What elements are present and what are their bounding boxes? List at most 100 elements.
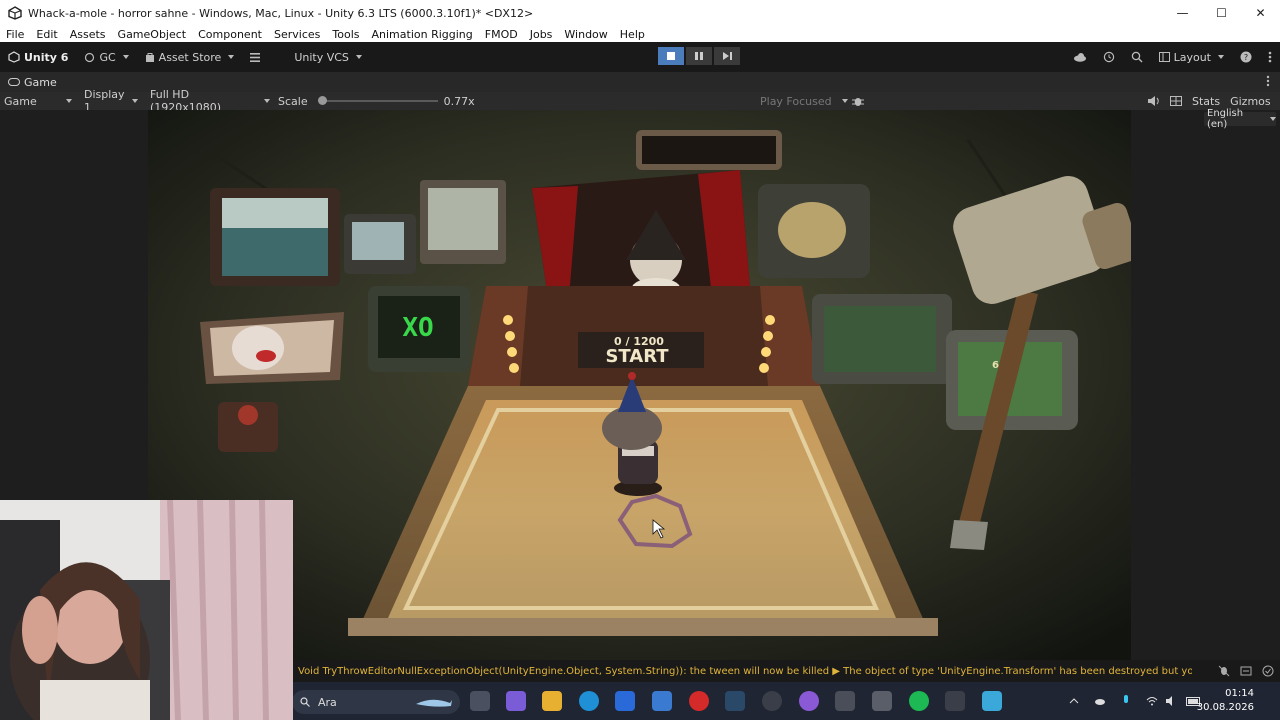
scale-label: Scale: [278, 94, 308, 108]
menu-fmod[interactable]: FMOD: [479, 28, 524, 41]
maximize-button[interactable]: ☐: [1202, 0, 1241, 26]
obs-icon[interactable]: [945, 691, 965, 711]
pause-icon: [695, 52, 703, 60]
unity-logo-icon: [8, 51, 20, 63]
taskbar-search[interactable]: Ara: [292, 690, 460, 714]
github-icon[interactable]: [799, 691, 819, 711]
language-dropdown[interactable]: English (en): [1204, 108, 1276, 130]
menu-tools[interactable]: Tools: [326, 28, 365, 41]
microphone-icon[interactable]: [1116, 691, 1136, 711]
game-scene[interactable]: XO 0 / 1200 START: [148, 110, 1131, 660]
menu-window[interactable]: Window: [558, 28, 613, 41]
webcam-feed: [0, 500, 293, 720]
pause-button[interactable]: [686, 47, 712, 65]
window-title-bar: Whack-a-mole - horror sahne - Windows, M…: [0, 0, 1280, 26]
cloud-sync-icon: [85, 52, 95, 62]
play-mode-dropdown[interactable]: Play Focused: [760, 95, 848, 108]
menu-component[interactable]: Component: [192, 28, 268, 41]
game-mode-dropdown[interactable]: Game: [0, 95, 76, 108]
cloud-button[interactable]: [1065, 46, 1095, 68]
speaker-icon[interactable]: [1148, 96, 1160, 106]
copilot-icon[interactable]: [506, 691, 526, 711]
mail-icon[interactable]: [652, 691, 672, 711]
more-options-button[interactable]: [1260, 46, 1280, 68]
minimize-button[interactable]: —: [1163, 0, 1202, 26]
unity-hub-icon[interactable]: [835, 691, 855, 711]
steam-icon[interactable]: [725, 691, 745, 711]
step-forward-icon: [722, 52, 732, 60]
menu-file[interactable]: File: [0, 28, 30, 41]
menu-help[interactable]: Help: [614, 28, 651, 41]
shopping-bag-icon: [145, 52, 154, 62]
store-icon[interactable]: [615, 691, 635, 711]
taskbar-clock[interactable]: 01:14 30.08.2026: [1197, 687, 1254, 715]
gc-dropdown[interactable]: GC: [76, 46, 136, 68]
clock-time: 01:14: [1225, 688, 1254, 699]
opera-browser-icon[interactable]: [689, 691, 709, 711]
notepad-icon[interactable]: [982, 691, 1002, 711]
game-mode-label: Game: [4, 94, 37, 108]
game-view-right-controls: Stats Gizmos: [1148, 95, 1280, 108]
menu-edit[interactable]: Edit: [30, 28, 63, 41]
svg-text:?: ?: [1244, 53, 1248, 62]
scale-value: 0.77x: [443, 94, 475, 108]
recording-app-icon[interactable]: [762, 691, 782, 711]
chevron-down-icon: [355, 55, 362, 59]
game-view-toolbar: Game Display 1 Full HD (1920x1080) Scale…: [0, 88, 1280, 114]
console-status-icons: [1218, 665, 1280, 677]
layout-dropdown[interactable]: Layout: [1151, 46, 1232, 68]
start-label: START: [605, 346, 669, 367]
cloud-icon: [1073, 53, 1086, 62]
console-status-bar[interactable]: Void TryThrowEditorNullExceptionObject(U…: [292, 660, 1280, 682]
stats-button[interactable]: Stats: [1192, 95, 1220, 108]
unity-editor-icon[interactable]: [872, 691, 892, 711]
console-message: Void TryThrowEditorNullExceptionObject(U…: [298, 665, 1192, 677]
window-title: Whack-a-mole - horror sahne - Windows, M…: [28, 6, 534, 20]
gizmos-button[interactable]: Gizmos: [1230, 95, 1271, 108]
scale-slider-knob[interactable]: [317, 96, 327, 105]
toolbar-right: Layout ?: [1065, 46, 1280, 68]
tab-options-button[interactable]: [1266, 75, 1280, 90]
search-button[interactable]: [1123, 46, 1151, 68]
bug-button[interactable]: [852, 95, 864, 107]
tab-game[interactable]: Game: [0, 76, 57, 89]
progress-icon[interactable]: [1240, 665, 1252, 677]
help-button[interactable]: ?: [1232, 46, 1260, 68]
chevron-up-icon[interactable]: [1064, 691, 1084, 711]
debug-off-icon[interactable]: [1218, 665, 1230, 677]
grid-layout-icon[interactable]: [1170, 96, 1182, 106]
menu-jobs[interactable]: Jobs: [524, 28, 559, 41]
vcs-label: Unity VCS: [294, 50, 349, 64]
account-dropdown[interactable]: Unity 6: [0, 46, 76, 68]
scale-slider[interactable]: [317, 96, 438, 105]
stop-icon: [667, 52, 675, 60]
play-mode-label: Play Focused: [760, 94, 832, 108]
play-button[interactable]: [658, 47, 684, 65]
account-label: Unity 6: [24, 50, 69, 64]
wifi-icon[interactable]: [1142, 691, 1162, 711]
search-icon: [1131, 51, 1143, 63]
tv-right-1: [758, 184, 870, 278]
menu-assets[interactable]: Assets: [64, 28, 112, 41]
tv-left-1: [210, 188, 340, 286]
webcam-overlay: [0, 500, 293, 720]
menu-animation-rigging[interactable]: Animation Rigging: [366, 28, 479, 41]
step-button[interactable]: [714, 47, 740, 65]
asset-store-dropdown[interactable]: Asset Store: [137, 46, 243, 68]
menu-services[interactable]: Services: [268, 28, 326, 41]
file-explorer-icon[interactable]: [542, 691, 562, 711]
cloud-tray-icon[interactable]: [1090, 691, 1110, 711]
hamburger-menu-button[interactable]: [242, 46, 268, 68]
menu-gameobject[interactable]: GameObject: [112, 28, 193, 41]
history-button[interactable]: [1095, 46, 1123, 68]
vcs-dropdown[interactable]: Unity VCS: [286, 46, 370, 68]
chevron-down-icon: [264, 99, 270, 103]
check-circle-icon[interactable]: [1262, 665, 1274, 677]
spotify-icon[interactable]: [909, 691, 929, 711]
edge-browser-icon[interactable]: [579, 691, 599, 711]
speaker-icon[interactable]: [1162, 691, 1182, 711]
task-view-icon[interactable]: [470, 691, 490, 711]
close-button[interactable]: ✕: [1241, 0, 1280, 26]
tv-left-2: [344, 214, 416, 274]
search-icon: [300, 697, 310, 707]
